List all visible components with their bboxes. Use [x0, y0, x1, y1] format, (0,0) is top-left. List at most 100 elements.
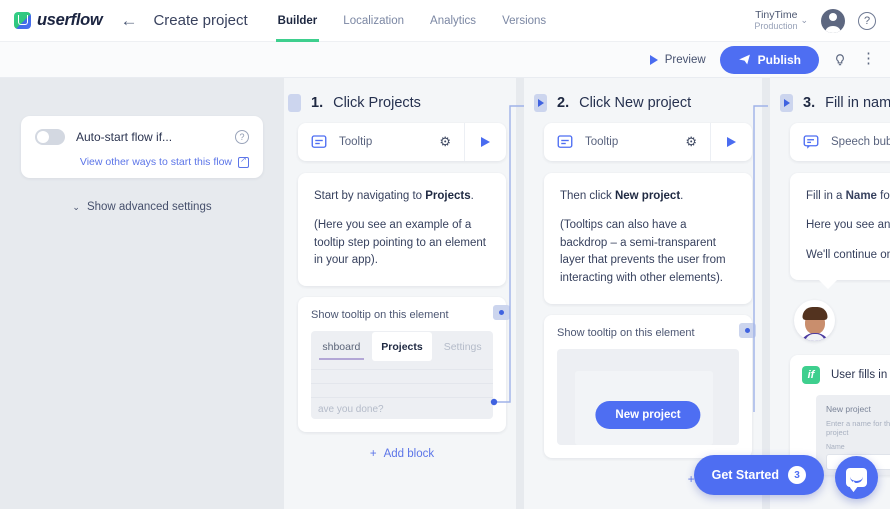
- environment-switcher[interactable]: TinyTime Production ⌄: [754, 9, 808, 31]
- step-1-element-selector[interactable]: Show tooltip on this element shboard Pro…: [298, 297, 510, 433]
- element-anchor-dot: [739, 323, 756, 339]
- plus-icon: +: [369, 448, 377, 461]
- step-start-marker: [288, 94, 301, 112]
- preview-button[interactable]: Preview: [649, 53, 706, 66]
- builder-toolbar: Preview Publish ⋮: [0, 42, 890, 78]
- flow-step-3: 3. Fill in name Speech bubble Fill in a …: [776, 78, 890, 509]
- auto-start-toggle[interactable]: [35, 129, 65, 145]
- block-card-tooltip[interactable]: Tooltip ⚙: [298, 123, 506, 161]
- step-1-header: 1. Click Projects: [284, 88, 520, 118]
- auto-start-row: Auto-start flow if... ?: [35, 129, 249, 145]
- step-2-number: 2.: [557, 95, 570, 111]
- preview-label: Preview: [664, 53, 706, 66]
- left-settings-panel: Auto-start flow if... ? View other ways …: [0, 78, 284, 509]
- header-right-controls: TinyTime Production ⌄ ?: [754, 8, 890, 33]
- publish-label: Publish: [757, 52, 801, 67]
- step-3-number: 3.: [803, 95, 816, 111]
- step-2-title: Click New project: [579, 95, 692, 111]
- send-icon: [738, 54, 750, 65]
- preview-tab-settings: Settings: [443, 340, 482, 353]
- condition-row: if User fills in this: [802, 366, 890, 385]
- step-1-title: Click Projects: [333, 95, 421, 111]
- element-anchor-dot: [493, 305, 510, 321]
- tooltip-paragraph-2: (Here you see an example of a tooltip st…: [314, 218, 486, 267]
- add-block-label: Add block: [383, 448, 435, 461]
- step-arrow-marker: [534, 94, 547, 112]
- page-title: Create project: [153, 12, 248, 29]
- block-card-tooltip[interactable]: Tooltip ⚙: [544, 123, 752, 161]
- tooltip-paragraph-2: (Tooltips can also have a backdrop – a s…: [560, 218, 726, 285]
- back-arrow-icon[interactable]: ←: [120, 12, 137, 29]
- environment-sub: Production: [754, 21, 798, 32]
- publish-button[interactable]: Publish: [719, 45, 819, 74]
- more-options-icon[interactable]: ⋮: [861, 52, 876, 66]
- brand-name: userflow: [37, 11, 103, 29]
- main-tabs: Builder Localization Analytics Versions: [275, 0, 549, 42]
- condition-label: User fills in this: [831, 369, 890, 382]
- persona-avatar: [794, 300, 835, 342]
- other-ways-link[interactable]: View other ways to start this flow: [80, 156, 232, 168]
- intercom-chat-launcher[interactable]: [835, 456, 878, 499]
- gear-icon[interactable]: ⚙: [439, 134, 464, 150]
- preview-row: [311, 383, 493, 397]
- help-icon[interactable]: ?: [858, 11, 876, 30]
- flow-step-1: 1. Click Projects Tooltip ⚙ Start by nav…: [284, 78, 520, 509]
- preview-row: [311, 369, 493, 383]
- step-arrow-marker: [780, 94, 793, 112]
- help-icon[interactable]: ?: [235, 130, 249, 144]
- preview-new-project-button: New project: [595, 401, 701, 430]
- lightbulb-icon[interactable]: [833, 52, 847, 68]
- speech-bubble-icon: [803, 135, 819, 149]
- block-type-label: Tooltip: [585, 136, 619, 148]
- play-icon: [481, 137, 490, 147]
- get-started-count-badge: 3: [788, 466, 806, 484]
- tab-localization[interactable]: Localization: [341, 0, 406, 42]
- tooltip-icon: [557, 135, 573, 148]
- bubble-paragraph-3: We'll continue onc Name field. Userflo a…: [806, 248, 890, 261]
- userflow-logo-icon: [14, 12, 31, 29]
- play-block-button[interactable]: [464, 123, 506, 161]
- element-selector-label: Show tooltip on this element: [557, 327, 695, 340]
- play-block-button[interactable]: [710, 123, 752, 161]
- preview-footer-text: ave you done?: [318, 404, 384, 416]
- bubble-paragraph-1: Fill in a Name for y: [806, 190, 890, 202]
- gear-icon[interactable]: ⚙: [685, 134, 710, 150]
- tab-builder[interactable]: Builder: [275, 0, 320, 42]
- tooltip-paragraph-1: Then click New project.: [560, 190, 684, 202]
- play-icon: [649, 54, 658, 65]
- preview-subtitle: Enter a name for the project: [826, 419, 890, 438]
- element-preview: shboard Projects Settings ave you done?: [311, 331, 493, 420]
- step-1-tooltip-content: Start by navigating to Projects. (Here y…: [298, 173, 506, 287]
- preview-tab-dashboard: shboard: [311, 331, 372, 362]
- show-advanced-settings-button[interactable]: ⌄ Show advanced settings: [21, 201, 263, 213]
- play-icon: [727, 137, 736, 147]
- chevron-down-icon: ⌄: [800, 15, 808, 25]
- element-preview: New project: [557, 349, 739, 446]
- get-started-button[interactable]: Get Started 3: [693, 455, 824, 495]
- tab-versions[interactable]: Versions: [500, 0, 548, 42]
- step-2-element-selector[interactable]: Show tooltip on this element New project: [544, 315, 756, 459]
- flow-step-2: 2. Click New project Tooltip ⚙ Then clic…: [530, 78, 766, 509]
- avatar[interactable]: [821, 8, 845, 33]
- auto-start-card: Auto-start flow if... ? View other ways …: [21, 116, 263, 178]
- block-card-speech-bubble[interactable]: Speech bubble: [790, 123, 890, 161]
- tooltip-icon: [311, 135, 327, 148]
- external-link-icon[interactable]: [238, 155, 249, 168]
- advanced-settings-label: Show advanced settings: [86, 201, 212, 213]
- step-3-title: Fill in name: [825, 95, 890, 111]
- if-icon: if: [802, 366, 820, 385]
- userflow-builder-app: userflow ← Create project Builder Locali…: [0, 0, 890, 509]
- get-started-label: Get Started: [711, 468, 779, 482]
- preview-tabs: shboard Projects Settings: [311, 331, 493, 362]
- app-header: userflow ← Create project Builder Locali…: [0, 0, 890, 42]
- tab-analytics[interactable]: Analytics: [428, 0, 478, 42]
- preview-title: New project: [826, 404, 871, 415]
- environment-name: TinyTime: [755, 9, 798, 22]
- other-ways-row: View other ways to start this flow: [35, 155, 249, 168]
- block-type-label: Speech bubble: [831, 136, 890, 148]
- brand-logo[interactable]: userflow: [0, 11, 103, 30]
- add-block-button[interactable]: + Add block: [284, 448, 520, 460]
- preview-tab-projects: Projects: [371, 332, 433, 362]
- auto-start-label: Auto-start flow if...: [76, 130, 173, 144]
- step-1-number: 1.: [311, 95, 324, 111]
